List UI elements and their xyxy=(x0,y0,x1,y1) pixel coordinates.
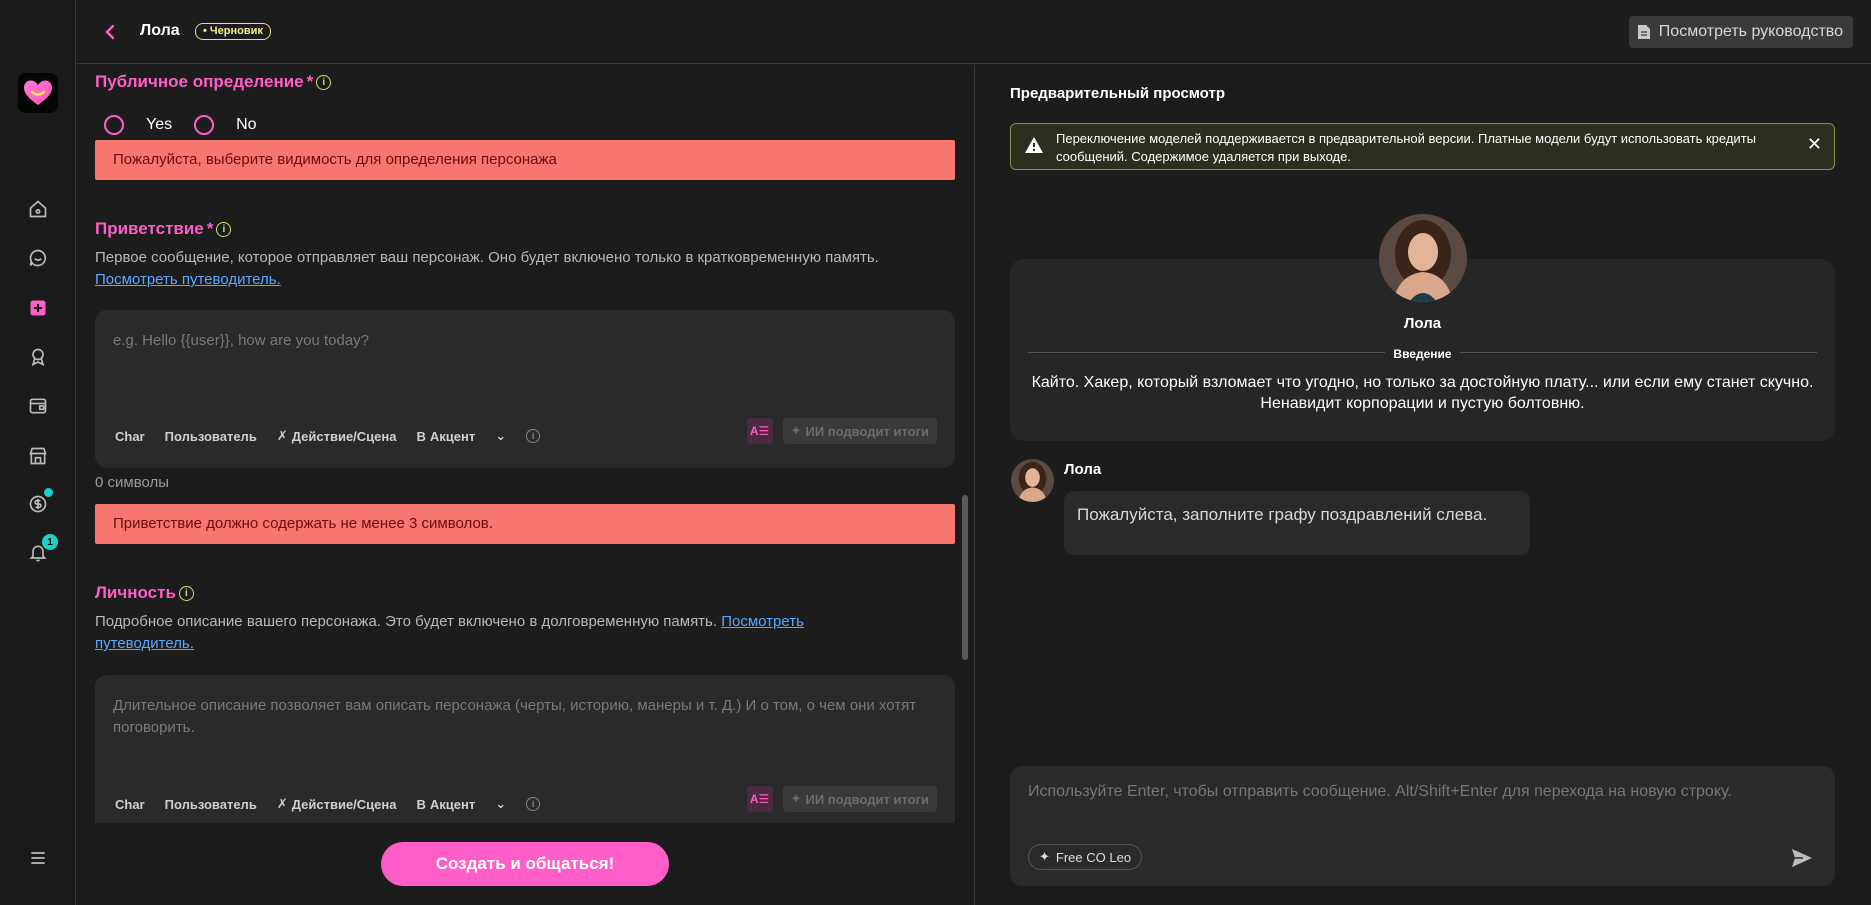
chevron-down-icon[interactable]: ⌄ xyxy=(495,428,506,444)
help-icon[interactable]: i xyxy=(526,429,541,443)
greeting-description: Первое сообщение, которое отправляет ваш… xyxy=(95,249,879,288)
bold-icon: B xyxy=(416,428,426,444)
back-button[interactable] xyxy=(100,22,120,42)
chat-icon[interactable] xyxy=(26,246,50,270)
bold-icon: B xyxy=(416,796,426,812)
personality-description: Подробное описание вашего персонажа. Это… xyxy=(95,613,804,652)
action-scene-button[interactable]: ✗ Действие/Сцена xyxy=(277,796,397,812)
notification-dot xyxy=(44,488,53,497)
heart-logo-icon xyxy=(24,80,52,105)
create-icon[interactable] xyxy=(26,296,50,320)
user-tag-button[interactable]: Пользователь xyxy=(165,429,257,444)
info-icon[interactable]: i xyxy=(216,221,232,237)
store-icon[interactable] xyxy=(26,444,50,468)
public-definition-title: Публичное определение * i xyxy=(95,72,332,92)
visibility-radio-group: Yes No xyxy=(104,115,257,135)
personality-placeholder: Длительное описание позволяет вам описат… xyxy=(113,697,917,736)
message-avatar xyxy=(1011,459,1054,502)
bell-icon[interactable]: 1 xyxy=(26,534,58,565)
ai-summary-button[interactable]: ✦ ИИ подводит итоги xyxy=(782,786,937,812)
chevron-left-icon xyxy=(105,24,115,40)
chat-input-placeholder: Используйте Enter, чтобы отправить сообщ… xyxy=(1028,783,1732,800)
award-icon[interactable] xyxy=(26,345,50,369)
user-tag-button[interactable]: Пользователь xyxy=(165,797,257,812)
sparkle-icon: ✦ xyxy=(790,423,802,438)
message-author: Лола xyxy=(1064,461,1102,478)
warning-icon xyxy=(1025,137,1043,153)
format-icon[interactable]: A☰ xyxy=(746,418,773,444)
message-bubble: Пожалуйста, заполните графу поздравлений… xyxy=(1064,491,1530,555)
action-icon: ✗ xyxy=(276,796,288,811)
greeting-char-count: 0 символы xyxy=(95,474,170,491)
form-scrollbar[interactable] xyxy=(962,495,968,660)
personality-toolbar: Char Пользователь ✗ Действие/Сцена B Акцен… xyxy=(115,796,541,812)
view-guide-label: Посмотреть руководство xyxy=(1658,23,1843,40)
ai-summary-button[interactable]: ✦ ИИ подводит итоги xyxy=(782,418,937,444)
page-title: Лола xyxy=(140,22,180,39)
radio-yes-label: Yes xyxy=(146,116,173,133)
document-icon xyxy=(1637,25,1650,39)
greeting-error: Приветствие должно содержать не менее 3 … xyxy=(95,504,955,544)
radio-no-label: No xyxy=(236,116,257,133)
char-tag-button[interactable]: Char xyxy=(115,429,145,444)
action-scene-button[interactable]: ✗ Действие/Сцена xyxy=(277,428,397,444)
sidebar: 1 xyxy=(0,0,76,905)
view-guide-button[interactable]: Посмотреть руководство xyxy=(1628,16,1853,48)
app-logo[interactable] xyxy=(18,73,58,113)
character-name: Лола xyxy=(1403,315,1442,332)
character-form: Публичное определение * i Yes No Пожалуй… xyxy=(77,65,974,905)
greeting-placeholder: e.g. Hello {{user}}, how are you today? xyxy=(113,332,370,349)
warning-text: Переключение моделей поддерживается в пр… xyxy=(1056,131,1756,164)
menu-icon[interactable] xyxy=(26,846,50,870)
greeting-guide-link[interactable]: Посмотреть путеводитель. xyxy=(95,271,281,288)
draft-badge: • Черновик xyxy=(195,23,271,40)
panel-divider xyxy=(974,65,975,905)
accent-button[interactable]: B Акцент xyxy=(416,797,475,812)
radio-no[interactable] xyxy=(194,115,215,135)
format-icon[interactable]: A☰ xyxy=(746,786,773,812)
preview-title: Предварительный просмотр xyxy=(1010,85,1225,102)
action-icon: ✗ xyxy=(276,428,288,443)
preview-warning: Переключение моделей поддерживается в пр… xyxy=(1010,123,1835,170)
intro-label: Введение xyxy=(1385,347,1460,361)
greeting-toolbar: Char Пользователь ✗ Действие/Сцена B Акцен… xyxy=(115,428,541,444)
send-icon[interactable] xyxy=(1791,848,1813,868)
sparkle-icon: ✦ xyxy=(1039,849,1050,864)
model-selector[interactable]: ✦ Free CO Leo xyxy=(1028,844,1143,870)
notification-count: 1 xyxy=(42,534,58,550)
visibility-error: Пожалуйста, выберите видимость для опред… xyxy=(95,140,955,180)
info-icon[interactable]: i xyxy=(178,585,194,601)
radio-yes[interactable] xyxy=(104,115,124,135)
greeting-textbox[interactable]: e.g. Hello {{user}}, how are you today? … xyxy=(95,310,955,468)
help-icon[interactable]: i xyxy=(526,797,541,811)
close-icon[interactable]: ✕ xyxy=(1807,134,1822,155)
accent-button[interactable]: B Акцент xyxy=(416,429,475,444)
sparkle-icon: ✦ xyxy=(790,791,802,806)
coin-icon[interactable] xyxy=(26,488,53,516)
chevron-down-icon[interactable]: ⌄ xyxy=(495,796,506,812)
wallet-icon[interactable] xyxy=(26,394,50,418)
char-tag-button[interactable]: Char xyxy=(115,797,145,812)
intro-text: Кайто. Хакер, который взломает что угодн… xyxy=(1031,374,1814,412)
top-bar: Лола • Черновик Посмотреть руководство xyxy=(77,0,1871,64)
chat-input[interactable]: Используйте Enter, чтобы отправить сообщ… xyxy=(1010,766,1835,886)
info-icon[interactable]: i xyxy=(316,74,332,90)
greeting-title: Приветствие * i xyxy=(95,219,232,239)
avatar xyxy=(1379,214,1467,302)
home-icon[interactable] xyxy=(26,197,50,221)
create-and-chat-button[interactable]: Создать и общаться! xyxy=(381,842,669,886)
personality-title: Личность i xyxy=(95,583,194,603)
